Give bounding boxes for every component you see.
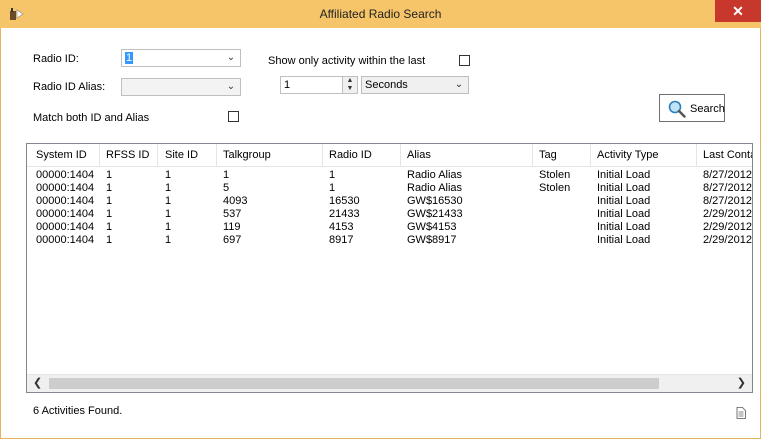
title-bar: Affiliated Radio Search ✕ [0, 0, 761, 29]
within-amount-spinner[interactable]: 1 ▲ ▼ [280, 76, 358, 94]
col-last-contact[interactable]: Last Conta [703, 149, 752, 161]
table-row[interactable]: 00000:1404 1 1 1 1 Radio Alias Stolen In… [27, 169, 752, 182]
cell-alias: GW$8917 [407, 234, 457, 246]
cell-talkgroup: 119 [223, 221, 241, 233]
cell-talkgroup: 537 [223, 208, 242, 220]
scroll-thumb[interactable] [49, 378, 659, 389]
time-unit-select[interactable]: Seconds ⌄ [361, 76, 469, 94]
chevron-down-icon[interactable]: ⌄ [453, 78, 465, 92]
cell-system-id: 00000:1404 [36, 182, 95, 194]
cell-talkgroup: 5 [223, 182, 230, 194]
cell-alias: Radio Alias [407, 182, 463, 194]
col-activity-type[interactable]: Activity Type [597, 149, 659, 161]
cell-site-id: 1 [165, 182, 172, 194]
cell-last-contact: 2/29/2012 [703, 208, 752, 220]
cell-site-id: 1 [165, 169, 172, 181]
activity-within-label: Show only activity within the last [268, 55, 426, 67]
magnifier-icon [668, 100, 686, 118]
cell-site-id: 1 [165, 234, 172, 246]
cell-rfss-id: 1 [106, 208, 113, 220]
scroll-left-icon[interactable]: ❮ [33, 376, 42, 389]
cell-activity-type: Initial Load [597, 169, 651, 181]
cell-talkgroup: 697 [223, 234, 242, 246]
cell-system-id: 00000:1404 [36, 221, 95, 233]
cell-radio-id: 4153 [329, 221, 354, 233]
cell-activity-type: Initial Load [597, 208, 651, 220]
chevron-down-icon[interactable]: ⌄ [225, 51, 237, 65]
spinner-arrows-icon[interactable]: ▲ ▼ [342, 77, 357, 93]
table-row[interactable]: 00000:1404 1 1 697 8917 GW$8917 Initial … [27, 234, 752, 247]
cell-site-id: 1 [165, 221, 172, 233]
col-site-id[interactable]: Site ID [165, 149, 198, 161]
table-row[interactable]: 00000:1404 1 1 5 1 Radio Alias Stolen In… [27, 182, 752, 195]
cell-last-contact: 8/27/2012 [703, 195, 752, 207]
match-both-checkbox[interactable] [228, 111, 239, 122]
cell-alias: GW$4153 [407, 221, 457, 233]
cell-last-contact: 2/29/2012 [703, 234, 752, 246]
cell-last-contact: 2/29/2012 [703, 221, 752, 233]
cell-activity-type: Initial Load [597, 182, 651, 194]
status-text: 6 Activities Found. [33, 405, 123, 417]
table-row[interactable]: 00000:1404 1 1 119 4153 GW$4153 Initial … [27, 221, 752, 234]
cell-rfss-id: 1 [106, 169, 113, 181]
col-alias[interactable]: Alias [407, 149, 431, 161]
cell-radio-id: 21433 [329, 208, 360, 220]
cell-system-id: 00000:1404 [36, 195, 95, 207]
document-icon[interactable] [736, 407, 746, 419]
time-unit-value: Seconds [365, 79, 408, 91]
radio-alias-combo[interactable]: ⌄ [121, 78, 241, 96]
search-label: Search [690, 103, 725, 115]
table-row[interactable]: 00000:1404 1 1 4093 16530 GW$16530 Initi… [27, 195, 752, 208]
col-tag[interactable]: Tag [539, 149, 557, 161]
cell-radio-id: 16530 [329, 195, 360, 207]
col-system-id[interactable]: System ID [36, 149, 87, 161]
col-radio-id[interactable]: Radio ID [329, 149, 372, 161]
cell-rfss-id: 1 [106, 182, 113, 194]
col-talkgroup[interactable]: Talkgroup [223, 149, 271, 161]
grid-header: System ID RFSS ID Site ID Talkgroup Radi… [27, 144, 752, 167]
cell-alias: GW$16530 [407, 195, 463, 207]
radio-alias-label: Radio ID Alias: [33, 81, 106, 93]
match-both-label: Match both ID and Alias [33, 112, 150, 124]
radio-id-combo[interactable]: 1 ⌄ [121, 49, 241, 67]
cell-talkgroup: 4093 [223, 195, 248, 207]
scroll-right-icon[interactable]: ❯ [737, 376, 746, 389]
cell-site-id: 1 [165, 195, 172, 207]
cell-radio-id: 8917 [329, 234, 354, 246]
results-grid[interactable]: System ID RFSS ID Site ID Talkgroup Radi… [26, 143, 753, 393]
col-rfss-id[interactable]: RFSS ID [106, 149, 149, 161]
cell-last-contact: 8/27/2012 [703, 182, 752, 194]
cell-rfss-id: 1 [106, 195, 113, 207]
cell-tag: Stolen [539, 169, 571, 181]
cell-tag: Stolen [539, 182, 571, 194]
horizontal-scrollbar[interactable]: ❮ ❯ [27, 374, 752, 392]
cell-radio-id: 1 [329, 182, 336, 194]
radio-id-value: 1 [125, 52, 134, 64]
cell-activity-type: Initial Load [597, 195, 651, 207]
cell-activity-type: Initial Load [597, 234, 651, 246]
cell-last-contact: 8/27/2012 [703, 169, 752, 181]
cell-rfss-id: 1 [106, 234, 113, 246]
activity-within-checkbox[interactable] [459, 55, 470, 66]
cell-radio-id: 1 [329, 169, 336, 181]
cell-talkgroup: 1 [223, 169, 230, 181]
cell-site-id: 1 [165, 208, 172, 220]
close-button[interactable]: ✕ [715, 0, 761, 22]
cell-activity-type: Initial Load [597, 221, 651, 233]
search-button[interactable]: Search [659, 94, 725, 122]
close-icon: ✕ [732, 3, 744, 19]
cell-alias: GW$21433 [407, 208, 463, 220]
cell-system-id: 00000:1404 [36, 234, 95, 246]
cell-system-id: 00000:1404 [36, 208, 95, 220]
window-title: Affiliated Radio Search [319, 7, 442, 21]
cell-alias: Radio Alias [407, 169, 463, 181]
cell-rfss-id: 1 [106, 221, 113, 233]
radio-id-label: Radio ID: [33, 53, 79, 65]
cell-system-id: 00000:1404 [36, 169, 95, 181]
within-amount-value: 1 [284, 79, 291, 91]
chevron-down-icon[interactable]: ⌄ [225, 80, 237, 94]
table-row[interactable]: 00000:1404 1 1 537 21433 GW$21433 Initia… [27, 208, 752, 221]
